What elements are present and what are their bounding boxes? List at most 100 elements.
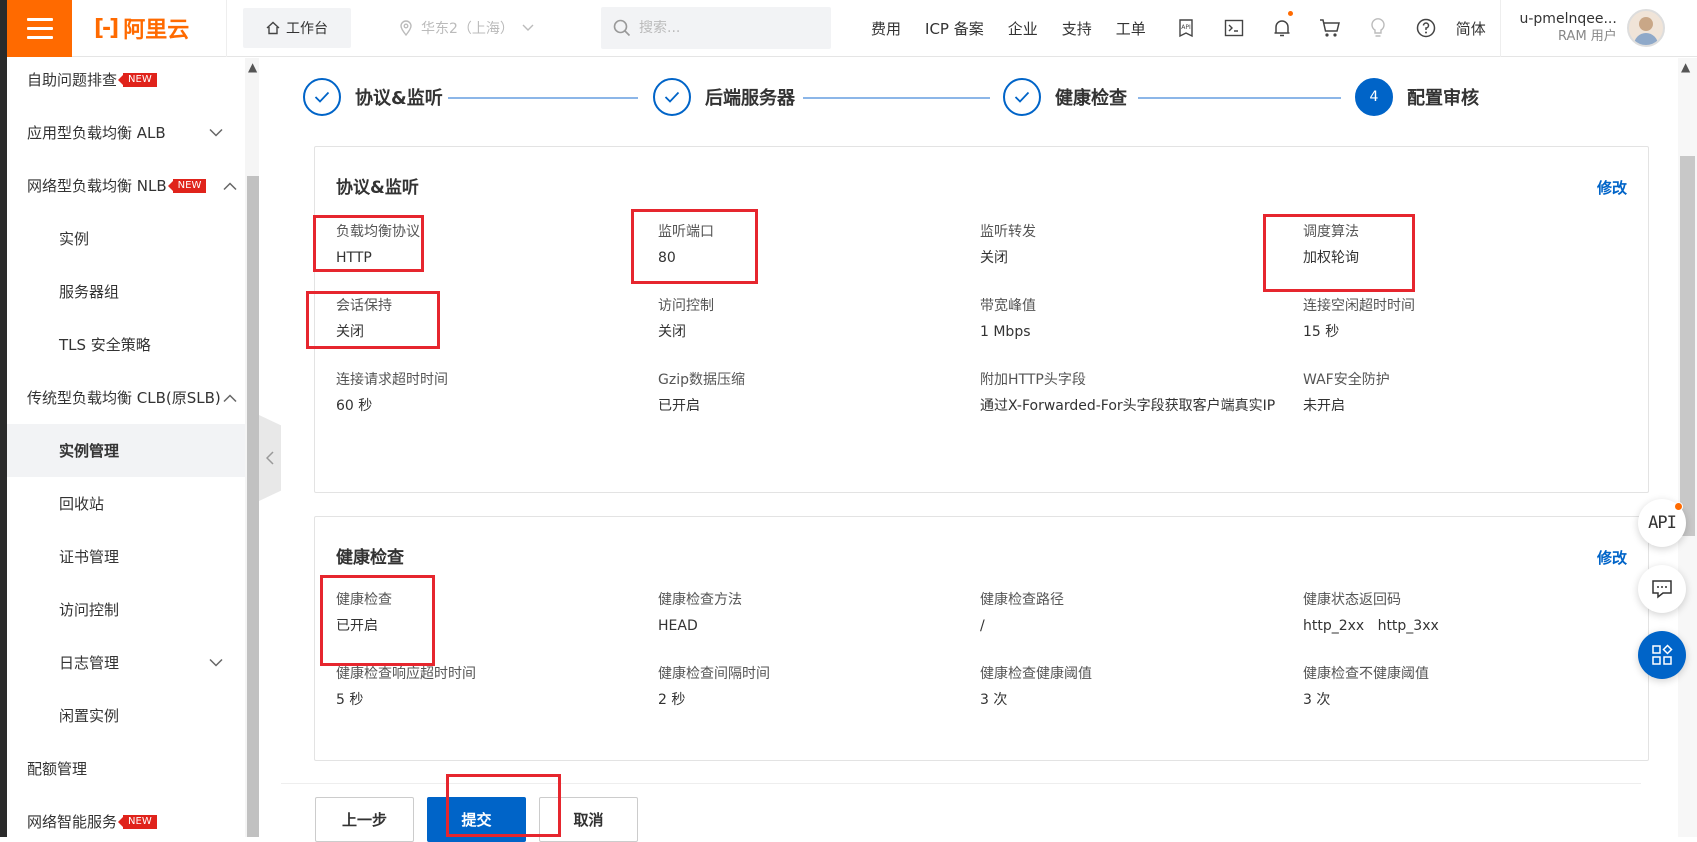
sidebar-scrollbar[interactable]: ▲ (245, 58, 259, 837)
sidebar-item-access-control[interactable]: 访问控制 (7, 583, 259, 636)
scroll-up-arrow-icon[interactable]: ▲ (1681, 60, 1690, 74)
sidebar-item-label: 自助问题排查 (27, 71, 118, 89)
sidebar-item-idle-instances[interactable]: 闲置实例 (7, 689, 259, 742)
apps-grid-icon (1652, 644, 1673, 665)
sidebar-item-nlb[interactable]: 网络型负载均衡 NLB NEW (7, 159, 259, 212)
edit-listener-link[interactable]: 修改 (1597, 177, 1627, 198)
sidebar-item-clb[interactable]: 传统型负载均衡 CLB(原SLB) (7, 371, 259, 424)
notification-dot (1674, 502, 1683, 511)
field-value: 1 Mbps (980, 324, 1031, 340)
nav-link-enterprise[interactable]: 企业 (996, 18, 1050, 39)
window-edge (0, 0, 7, 837)
sidebar-item-instance-management[interactable]: 实例管理 (7, 424, 259, 477)
field-label: 连接空闲超时时间 (1303, 298, 1415, 314)
cart-icon[interactable] (1306, 0, 1354, 57)
sidebar-item-label: 传统型负载均衡 CLB(原SLB) (27, 389, 221, 407)
step-number: 4 (1355, 78, 1393, 116)
nav-link-icp[interactable]: ICP 备案 (913, 18, 996, 39)
nav-link-support[interactable]: 支持 (1050, 18, 1104, 39)
new-badge: NEW (118, 72, 157, 87)
sidebar-item-log-management[interactable]: 日志管理 (7, 636, 259, 689)
sidebar-item-nlb-instances[interactable]: 实例 (7, 212, 259, 265)
help-icon[interactable] (1402, 0, 1450, 57)
field-value: 未开启 (1303, 398, 1345, 414)
field-access-control: 访问控制 关闭 (658, 293, 968, 345)
user-account-menu[interactable]: u-pmelnqee... RAM 用户 (1501, 9, 1665, 47)
field-value: 60 秒 (336, 398, 373, 414)
user-role: RAM 用户 (1558, 29, 1617, 44)
field-value: 已开启 (658, 398, 700, 414)
lightbulb-icon[interactable] (1354, 0, 1402, 57)
step-protocol-listener[interactable]: 协议&监听 (303, 78, 443, 116)
sidebar-scroll-thumb[interactable] (247, 176, 259, 837)
hamburger-menu-button[interactable] (7, 0, 72, 57)
sidebar-item-alb[interactable]: 应用型负载均衡 ALB (7, 106, 259, 159)
check-icon (653, 78, 691, 116)
sidebar-item-server-groups[interactable]: 服务器组 (7, 265, 259, 318)
field-waf: WAF安全防护 未开启 (1303, 367, 1613, 419)
field-label: Gzip数据压缩 (658, 372, 745, 388)
sidebar: 自助问题排查 NEW 应用型负载均衡 ALB 网络型负载均衡 NLB NEW 实… (7, 58, 259, 837)
sidebar-item-label: 网络型负载均衡 NLB (27, 177, 167, 195)
nav-link-billing[interactable]: 费用 (859, 18, 913, 39)
sidebar-item-quota[interactable]: 配额管理 (7, 742, 259, 795)
field-value: HEAD (658, 618, 698, 634)
field-request-timeout: 连接请求超时时间 60 秒 (336, 367, 646, 419)
step-label: 后端服务器 (705, 88, 795, 109)
new-badge: NEW (167, 178, 207, 193)
nav-link-ticket[interactable]: 工单 (1104, 18, 1158, 39)
highlight-box (446, 774, 561, 837)
top-navigation-bar: [-] 阿里云 工作台 华东2（上海） 费用 ICP 备案 企业 支持 工单 A… (7, 0, 1697, 57)
step-health-check[interactable]: 健康检查 (1003, 78, 1127, 116)
top-nav-links: 费用 ICP 备案 企业 支持 工单 (859, 18, 1158, 39)
field-healthy-threshold: 健康检查健康阈值 3 次 (980, 661, 1290, 713)
global-search[interactable] (601, 7, 831, 49)
language-switch[interactable]: 简体 (1450, 0, 1501, 57)
sidebar-item-certificates[interactable]: 证书管理 (7, 530, 259, 583)
notification-bell-icon[interactable] (1258, 0, 1306, 57)
sidebar-item-label: 应用型负载均衡 ALB (27, 124, 166, 142)
field-bandwidth-peak: 带宽峰值 1 Mbps (980, 293, 1290, 345)
field-value: 通过X-Forwarded-For头字段获取客户端真实IP (980, 398, 1276, 414)
region-selector[interactable]: 华东2（上海） (399, 18, 589, 38)
sidebar-item-label: 日志管理 (59, 654, 120, 672)
main-scroll-thumb[interactable] (1680, 156, 1695, 536)
sidebar-item-tls-policy[interactable]: TLS 安全策略 (7, 318, 259, 371)
chevron-down-icon (522, 24, 534, 31)
sidebar-item-network-intelligence[interactable]: 网络智能服务 NEW (7, 795, 259, 837)
field-label: 健康检查路径 (980, 592, 1064, 608)
field-idle-timeout: 连接空闲超时时间 15 秒 (1303, 293, 1613, 345)
sidebar-item-label: 回收站 (59, 495, 105, 513)
workbench-button[interactable]: 工作台 (243, 8, 351, 48)
top-icon-group: API (1162, 0, 1450, 57)
main-scrollbar[interactable]: ▲ (1678, 58, 1697, 837)
sidebar-item-troubleshoot[interactable]: 自助问题排查 NEW (7, 58, 259, 106)
step-backend-servers[interactable]: 后端服务器 (653, 78, 795, 116)
field-label: 健康检查方法 (658, 592, 742, 608)
field-health-interval: 健康检查间隔时间 2 秒 (658, 661, 968, 713)
chat-icon (1652, 580, 1672, 599)
wizard-steps: 协议&监听 后端服务器 健康检查 4 配置审核 (281, 58, 1641, 142)
aliyun-logo[interactable]: [-] 阿里云 (72, 0, 227, 57)
field-gzip: Gzip数据压缩 已开启 (658, 367, 968, 419)
terminal-icon[interactable] (1210, 0, 1258, 57)
api-doc-icon[interactable]: API (1162, 0, 1210, 57)
apps-float-button[interactable] (1638, 631, 1686, 679)
sidebar-item-recycle-bin[interactable]: 回收站 (7, 477, 259, 530)
search-input[interactable] (639, 20, 799, 36)
chevron-up-icon (223, 181, 237, 190)
api-float-button[interactable]: API (1638, 499, 1686, 547)
logo-mark: [-] (94, 15, 119, 41)
chat-float-button[interactable] (1638, 565, 1686, 613)
edit-health-check-link[interactable]: 修改 (1597, 547, 1627, 568)
sidebar-collapse-handle[interactable] (259, 415, 281, 501)
new-badge: NEW (118, 814, 157, 829)
highlight-box (631, 209, 758, 284)
scroll-up-arrow-icon[interactable]: ▲ (248, 60, 257, 74)
notification-dot (1287, 10, 1293, 16)
step-label: 健康检查 (1055, 88, 1127, 109)
avatar[interactable] (1626, 9, 1665, 47)
step-config-review: 4 配置审核 (1355, 78, 1479, 116)
prev-step-button[interactable]: 上一步 (315, 797, 414, 842)
field-value: 15 秒 (1303, 324, 1340, 340)
